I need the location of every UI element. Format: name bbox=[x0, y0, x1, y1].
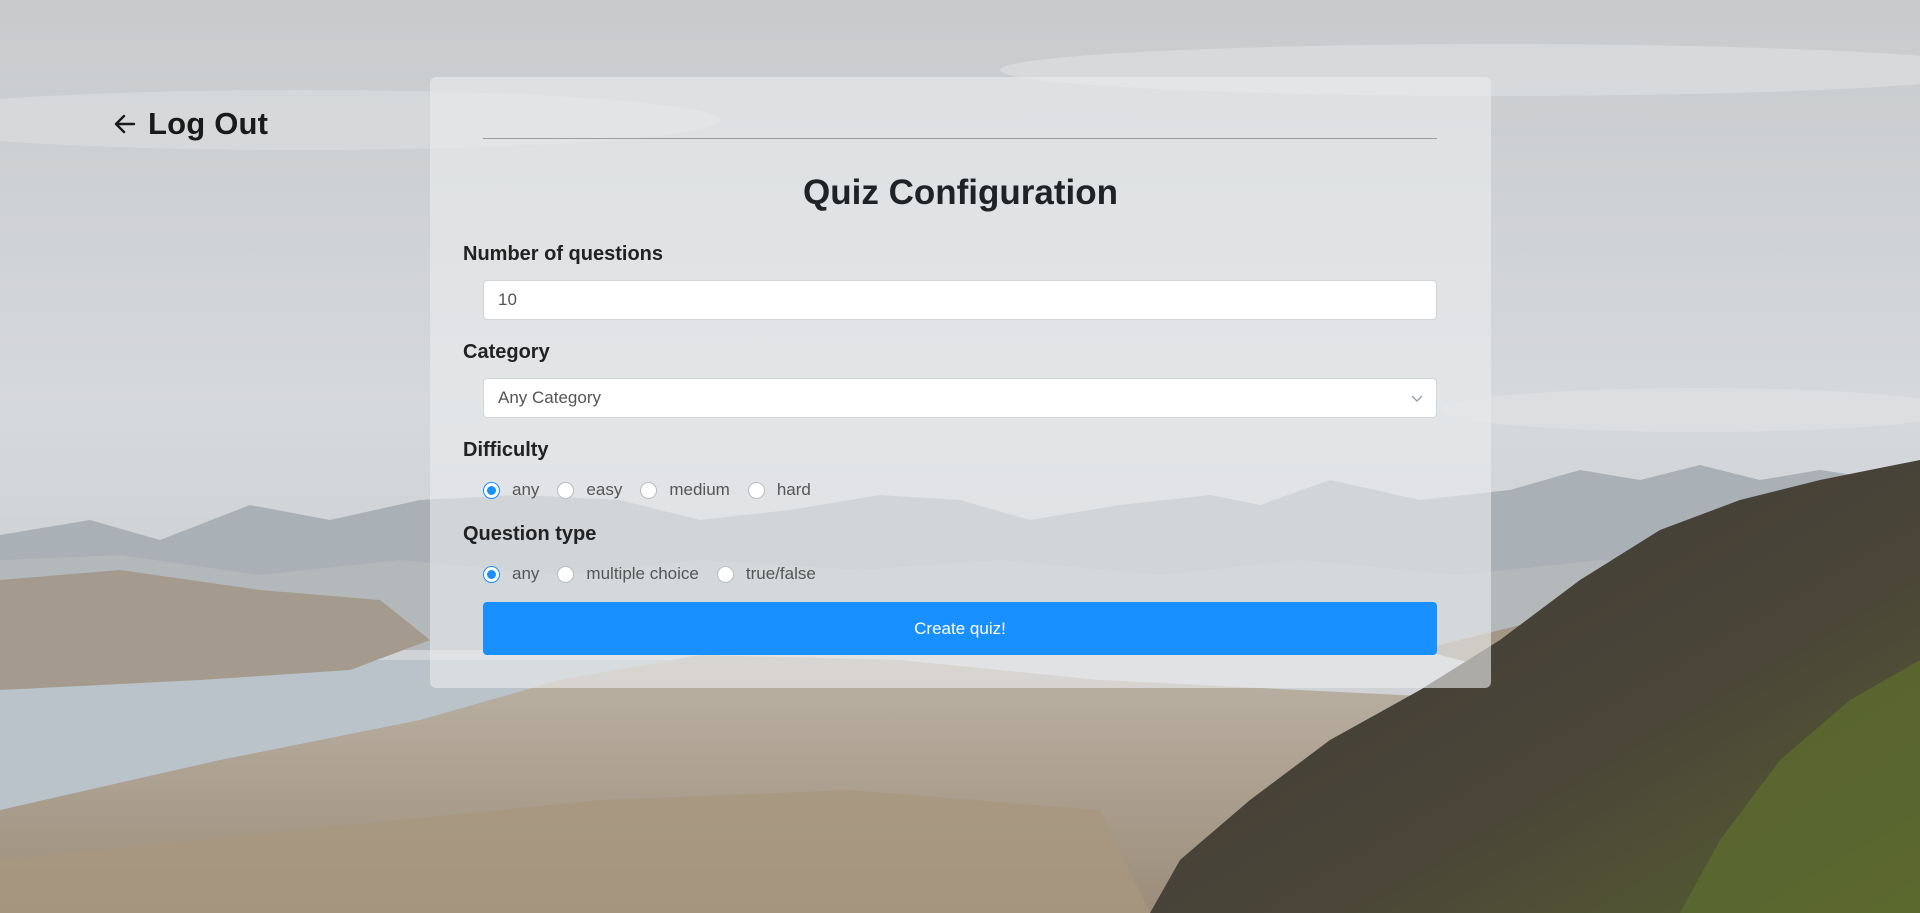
radio-button[interactable] bbox=[640, 481, 658, 499]
radio-button[interactable] bbox=[557, 481, 575, 499]
question-type-radio-group: any multiple choice true/false bbox=[483, 564, 834, 584]
difficulty-option-easy[interactable]: easy bbox=[557, 480, 622, 500]
difficulty-option-medium[interactable]: medium bbox=[640, 480, 730, 500]
questions-value: 10 bbox=[498, 290, 517, 309]
logout-link[interactable]: Log Out bbox=[112, 106, 268, 142]
questions-label: Number of questions bbox=[463, 243, 664, 265]
question-type-option-true-false[interactable]: true/false bbox=[716, 564, 816, 584]
difficulty-option-any[interactable]: any bbox=[483, 480, 539, 500]
difficulty-label: Difficulty bbox=[463, 439, 549, 461]
category-selected: Any Category bbox=[498, 388, 601, 407]
page-title: Quiz Configuration bbox=[803, 173, 1118, 212]
divider bbox=[483, 138, 1437, 139]
logout-label: Log Out bbox=[148, 106, 269, 141]
radio-button[interactable] bbox=[557, 565, 575, 583]
create-quiz-button[interactable]: Create quiz! bbox=[483, 602, 1437, 655]
question-type-option-multiple-choice[interactable]: multiple choice bbox=[557, 564, 699, 584]
radio-button[interactable] bbox=[747, 481, 765, 499]
radio-button[interactable] bbox=[716, 565, 734, 583]
chevron-down-icon bbox=[1410, 391, 1424, 410]
category-select[interactable]: Any Category bbox=[483, 378, 1437, 418]
quiz-config-card: Quiz Configuration Number of questions 1… bbox=[430, 77, 1491, 688]
difficulty-option-hard[interactable]: hard bbox=[747, 480, 811, 500]
radio-button[interactable] bbox=[483, 481, 500, 499]
question-type-option-any[interactable]: any bbox=[483, 564, 539, 584]
difficulty-radio-group: any easy medium hard bbox=[483, 480, 829, 500]
question-type-label: Question type bbox=[463, 523, 597, 545]
arrow-left-icon bbox=[112, 111, 138, 137]
radio-button[interactable] bbox=[483, 565, 500, 583]
category-label: Category bbox=[463, 341, 550, 363]
questions-input[interactable]: 10 bbox=[483, 280, 1437, 320]
